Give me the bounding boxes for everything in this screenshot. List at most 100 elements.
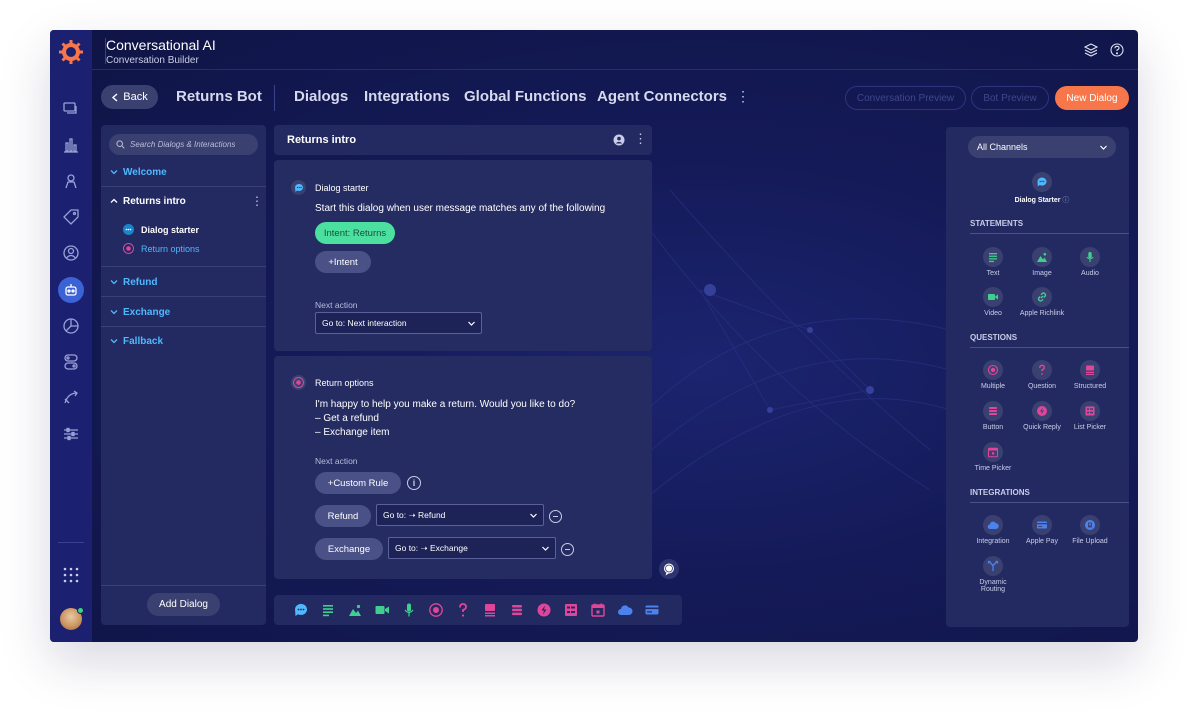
remove-rule-icon[interactable] xyxy=(561,543,574,556)
dialog-item-fallback[interactable]: Fallback xyxy=(101,327,266,357)
help-icon[interactable] xyxy=(1110,43,1124,57)
dialog-more-icon[interactable]: ⋮ xyxy=(251,194,263,208)
quick-reply-icon[interactable] xyxy=(536,602,552,618)
reports-icon[interactable] xyxy=(61,316,81,336)
dialog-label: Refund xyxy=(123,277,158,288)
dialog-item-welcome[interactable]: Welcome xyxy=(101,157,266,187)
tile-list-picker[interactable]: List Picker xyxy=(1060,401,1120,431)
next-action-label: Next action xyxy=(315,300,358,310)
automation-icon[interactable] xyxy=(61,388,81,408)
question-icon xyxy=(1032,360,1052,380)
tile-structured[interactable]: Structured xyxy=(1060,360,1120,390)
dialog-more-icon[interactable]: ⋮ xyxy=(634,131,647,147)
interaction-return-options[interactable]: Return options xyxy=(123,243,200,254)
custom-rule-button[interactable]: +Custom Rule xyxy=(315,472,401,494)
dialog-label: Exchange xyxy=(123,307,171,318)
interaction-card-dialog-starter[interactable]: Dialog starter Start this dialog when us… xyxy=(274,160,652,351)
multiple-choice-icon[interactable] xyxy=(428,602,444,618)
dialog-label: Welcome xyxy=(123,167,167,178)
rule-target-select[interactable]: Go to: ➝ Exchange xyxy=(388,537,556,559)
more-tabs-icon[interactable]: ⋮ xyxy=(736,89,750,103)
video-icon[interactable] xyxy=(374,602,390,618)
intent-chip[interactable]: Intent: Returns xyxy=(315,222,395,244)
tile-label: Button xyxy=(982,424,1004,431)
tile-dynamic-routing[interactable]: Dynamic Routing xyxy=(963,556,1023,593)
interaction-dialog-starter[interactable]: Dialog starter xyxy=(123,224,199,235)
quick-reply-icon xyxy=(1032,401,1052,421)
message-line-2[interactable]: – Get a refund xyxy=(315,412,379,426)
dialog-item-refund[interactable]: Refund xyxy=(101,267,266,297)
info-icon[interactable]: ⓘ xyxy=(1062,197,1069,204)
interaction-card-return-options[interactable]: Return options I'm happy to help you mak… xyxy=(274,356,652,579)
remove-rule-icon[interactable] xyxy=(549,510,562,523)
tile-label: Text xyxy=(986,270,1000,277)
info-icon[interactable]: i xyxy=(407,476,421,490)
interaction-text[interactable]: Start this dialog when user message matc… xyxy=(315,202,605,216)
rule-target-value: Go to: ➝ Refund xyxy=(383,509,446,520)
tile-file-upload[interactable]: File Upload xyxy=(1060,515,1120,545)
time-picker-icon xyxy=(983,442,1003,462)
tile-label: Quick Reply xyxy=(1023,424,1061,431)
structured-icon[interactable] xyxy=(482,602,498,618)
tile-audio[interactable]: Audio xyxy=(1060,247,1120,277)
chevron-down-icon xyxy=(110,310,118,315)
question-icon[interactable] xyxy=(455,602,471,618)
integrations-icon[interactable] xyxy=(61,352,81,372)
integration-cloud-icon[interactable] xyxy=(617,602,633,618)
layers-icon[interactable] xyxy=(1084,43,1098,57)
next-action-value: Go to: Next interaction xyxy=(322,318,407,328)
image-icon[interactable] xyxy=(347,602,363,618)
rule-chip-exchange[interactable]: Exchange xyxy=(315,538,383,560)
tile-apple-richlink[interactable]: Apple Richlink xyxy=(1012,287,1072,317)
list-picker-icon[interactable] xyxy=(563,602,579,618)
app-subtitle: Conversation Builder xyxy=(106,55,199,66)
tile-label: Apple Richlink xyxy=(1019,310,1065,317)
tile-time-picker[interactable]: Time Picker xyxy=(963,442,1023,472)
file-upload-icon xyxy=(1080,515,1100,535)
message-line-1[interactable]: I'm happy to help you make a return. Wou… xyxy=(315,398,575,412)
user-icon[interactable] xyxy=(61,243,81,263)
button-icon[interactable] xyxy=(509,602,525,618)
tab-agent-connectors[interactable]: Agent Connectors xyxy=(597,88,727,105)
analytics-icon[interactable] xyxy=(61,135,81,155)
toolbar-divider xyxy=(274,85,275,111)
tag-icon[interactable] xyxy=(61,207,81,227)
tab-global-functions[interactable]: Global Functions xyxy=(464,88,587,105)
dialog-starter-tile[interactable]: Dialog Starter ⓘ xyxy=(1012,172,1072,205)
next-action-select[interactable]: Go to: Next interaction xyxy=(315,312,482,334)
bot-builder-icon[interactable] xyxy=(58,277,84,303)
text-icon[interactable] xyxy=(320,602,336,618)
assistant-bubble-icon[interactable] xyxy=(659,559,679,579)
apps-grid-icon[interactable] xyxy=(61,565,81,585)
search-input[interactable]: Search Dialogs & Interactions xyxy=(109,134,258,155)
bot-preview-button[interactable]: Bot Preview xyxy=(971,86,1049,110)
dialog-item-returns-intro[interactable]: Returns intro ⋮ Dialog starter Return op… xyxy=(101,187,266,267)
back-button[interactable]: Back xyxy=(101,85,158,109)
conversations-icon[interactable] xyxy=(61,99,81,119)
back-label: Back xyxy=(123,91,148,103)
audio-icon[interactable] xyxy=(401,602,417,618)
channel-select[interactable]: All Channels xyxy=(968,136,1116,158)
rule-target-select[interactable]: Go to: ➝ Refund xyxy=(376,504,544,526)
next-action-label: Next action xyxy=(315,456,358,466)
rule-chip-refund[interactable]: Refund xyxy=(315,505,371,527)
agent-icon[interactable] xyxy=(61,171,81,191)
add-dialog-button[interactable]: Add Dialog xyxy=(147,593,220,616)
message-line-3[interactable]: – Exchange item xyxy=(315,426,390,440)
rail-divider xyxy=(58,542,84,543)
time-picker-icon[interactable] xyxy=(590,602,606,618)
chevron-left-icon xyxy=(112,92,118,102)
chevron-down-icon xyxy=(110,280,118,285)
tab-integrations[interactable]: Integrations xyxy=(364,88,450,105)
settings-sliders-icon[interactable] xyxy=(61,424,81,444)
add-intent-button[interactable]: +Intent xyxy=(315,251,371,273)
tab-dialogs[interactable]: Dialogs xyxy=(294,88,348,105)
new-dialog-button[interactable]: New Dialog xyxy=(1055,86,1129,110)
apple-pay-icon[interactable] xyxy=(644,602,660,618)
user-settings-icon[interactable] xyxy=(613,134,625,146)
dialog-item-exchange[interactable]: Exchange xyxy=(101,297,266,327)
conversation-preview-button[interactable]: Conversation Preview xyxy=(845,86,966,110)
dialog-starter-icon[interactable] xyxy=(293,602,309,618)
tile-label: Apple Pay xyxy=(1026,538,1058,545)
tile-label: Routing xyxy=(980,586,1006,593)
